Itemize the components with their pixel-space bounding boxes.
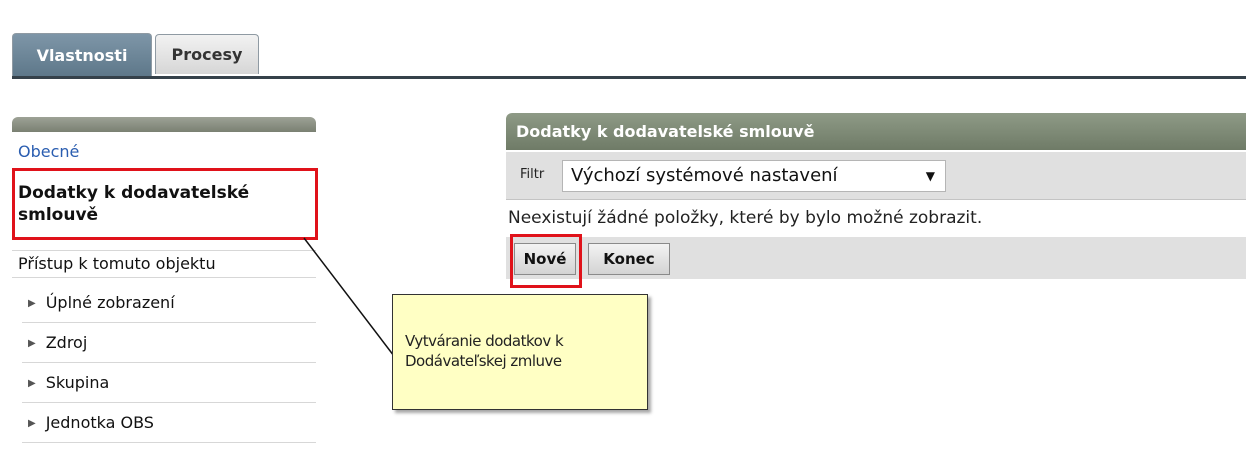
sidebar-subitem-zdroj[interactable]: ▶ Zdroj — [22, 323, 316, 363]
filter-select[interactable]: Výchozí systémové nastavení ▼ — [562, 160, 946, 192]
chevron-down-icon: ▼ — [925, 169, 935, 183]
callout-line-2: Dodávateľskej zmluve — [405, 352, 562, 370]
sidebar-subitem-uplne-zobrazeni[interactable]: ▶ Úplné zobrazení — [22, 283, 316, 323]
sidebar-item-label: Obecné — [18, 142, 80, 161]
tab-divider — [12, 76, 1246, 79]
tab-vlastnosti[interactable]: Vlastnosti — [12, 33, 152, 77]
filter-bar: Filtr Výchozí systémové nastavení ▼ — [506, 152, 1246, 200]
panel-title: Dodatky k dodavatelské smlouvě — [506, 113, 1246, 150]
sidebar-subitem-jednotka-obs[interactable]: ▶ Jednotka OBS — [22, 403, 316, 443]
button-bar: Nové Konec — [506, 237, 1246, 279]
callout-line-1: Vytváranie dodatkov k — [405, 332, 564, 350]
callout-note: Vytváranie dodatkov k Dodávateľskej zmlu… — [392, 294, 648, 410]
empty-message: Neexistují žádné položky, které by bylo … — [508, 208, 983, 228]
tab-procesy-label: Procesy — [171, 45, 243, 64]
triangle-right-icon: ▶ — [28, 297, 36, 309]
sidebar-item-label: Přístup k tomuto objektu — [18, 254, 216, 273]
sidebar-item-obecne[interactable]: Obecné — [12, 142, 316, 164]
triangle-right-icon: ▶ — [28, 417, 36, 429]
filter-label: Filtr — [520, 167, 545, 182]
sidebar-subitem-label: Zdroj — [45, 333, 88, 352]
sidebar-header — [12, 117, 316, 132]
sidebar-subitem-label: Úplné zobrazení — [45, 293, 175, 312]
tab-procesy[interactable]: Procesy — [155, 34, 259, 74]
tab-vlastnosti-label: Vlastnosti — [36, 46, 128, 65]
triangle-right-icon: ▶ — [28, 337, 36, 349]
sidebar-subitem-label: Skupina — [45, 373, 110, 392]
sidebar-item-pristup[interactable]: Přístup k tomuto objektu — [12, 250, 316, 278]
end-button[interactable]: Konec — [588, 243, 670, 275]
end-button-label: Konec — [603, 250, 655, 268]
highlight-box-new-button — [510, 234, 582, 288]
triangle-right-icon: ▶ — [28, 377, 36, 389]
filter-select-value: Výchozí systémové nastavení — [571, 165, 838, 186]
highlight-box-sidebar — [12, 168, 318, 240]
page: Vlastnosti Procesy Obecné Dodatky k doda… — [0, 0, 1246, 468]
sidebar-subitem-skupina[interactable]: ▶ Skupina — [22, 363, 316, 403]
sidebar-subitem-label: Jednotka OBS — [45, 413, 154, 432]
